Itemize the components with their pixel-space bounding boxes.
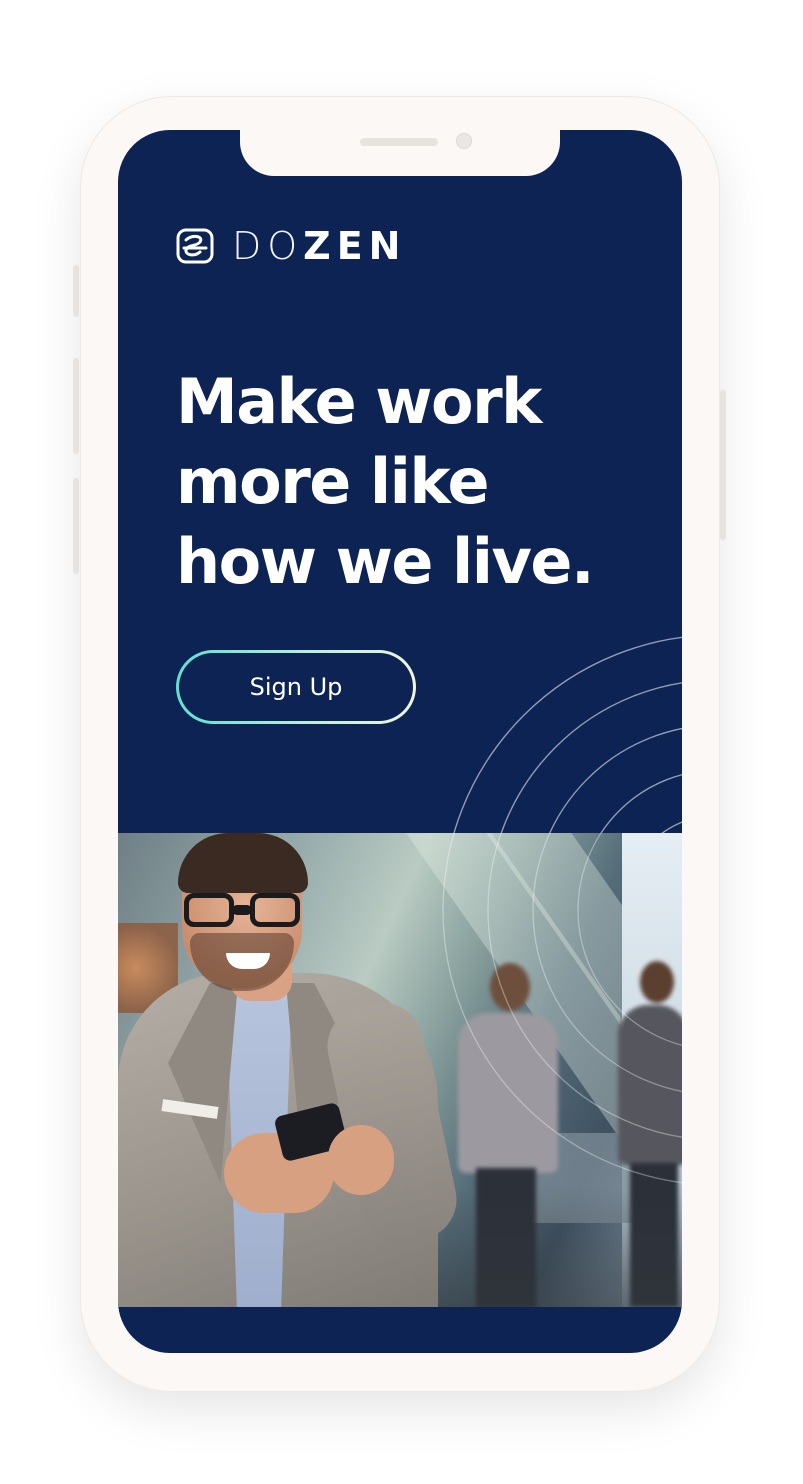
dozen-logo-icon: [176, 228, 214, 264]
signup-button-label: Sign Up: [179, 653, 413, 721]
device-button: [720, 390, 726, 540]
speaker-icon: [360, 138, 438, 146]
phone-notch: [240, 130, 560, 176]
brand-name-thin: DO: [232, 224, 304, 268]
brand-logo[interactable]: DOZEN: [176, 226, 407, 266]
rings-overlay: [442, 833, 682, 1184]
hero-photo: [118, 833, 682, 1307]
headline-line: how we live.: [176, 525, 595, 598]
brand-name-bold: ZEN: [303, 224, 407, 268]
camera-icon: [456, 133, 472, 149]
device-button: [73, 265, 79, 317]
device-button: [73, 478, 79, 574]
brand-name: DOZEN: [232, 226, 407, 266]
headline-line: more like: [176, 445, 490, 518]
page-canvas: DOZEN Make work more like how we live. S…: [0, 0, 803, 1484]
phone-screen: DOZEN Make work more like how we live. S…: [118, 130, 682, 1353]
headline-line: Make work: [176, 365, 542, 438]
hero-headline: Make work more like how we live.: [176, 362, 656, 602]
device-button: [73, 358, 79, 454]
signup-button[interactable]: Sign Up: [176, 650, 416, 724]
